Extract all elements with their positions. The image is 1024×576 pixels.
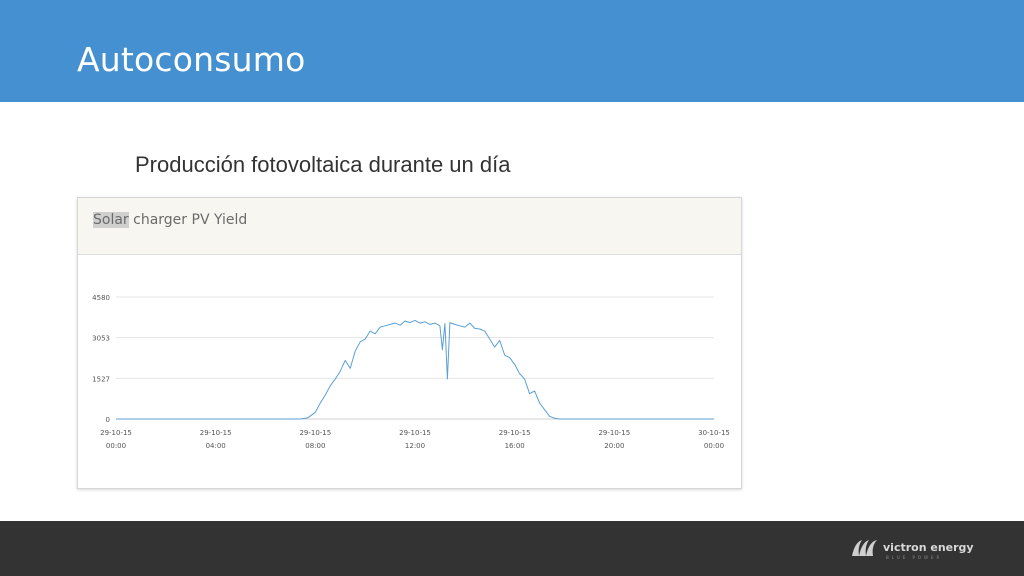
logo-subtext: BLUE POWER xyxy=(886,555,943,560)
x-tick-date-label: 29-10-15 xyxy=(399,429,431,437)
logo-text: victron energy xyxy=(883,541,974,554)
x-tick-time-label: 00:00 xyxy=(704,442,724,450)
victron-logo-icon xyxy=(852,540,877,556)
slide-header: Autoconsumo xyxy=(0,0,1024,102)
panel-title-highlight: Solar xyxy=(93,212,129,228)
x-tick-time-label: 00:00 xyxy=(106,442,126,450)
x-tick-time-label: 16:00 xyxy=(505,442,525,450)
y-tick-label: 4580 xyxy=(92,294,110,302)
y-tick-label: 0 xyxy=(106,416,110,424)
x-tick-date-label: 29-10-15 xyxy=(100,429,132,437)
x-tick-date-label: 29-10-15 xyxy=(598,429,630,437)
x-tick-time-label: 08:00 xyxy=(305,442,325,450)
y-tick-label: 3053 xyxy=(92,335,110,343)
x-tick-time-label: 20:00 xyxy=(604,442,624,450)
slide-title: Autoconsumo xyxy=(77,40,306,79)
series-line xyxy=(116,319,714,420)
slide-subtitle: Producción fotovoltaica durante un día xyxy=(135,152,511,177)
x-tick-time-label: 04:00 xyxy=(206,442,226,450)
x-tick-time-label: 12:00 xyxy=(405,442,425,450)
x-tick-date-label: 29-10-15 xyxy=(200,429,232,437)
x-tick-date-label: 29-10-15 xyxy=(499,429,531,437)
panel-title-rest: charger PV Yield xyxy=(128,212,248,228)
y-tick-label: 1527 xyxy=(92,375,110,383)
chart-panel: Solar charger PV Yield 0 1527 3053 4580 29-… xyxy=(77,197,742,489)
panel-title: Solar charger PV Yield xyxy=(93,212,247,228)
x-tick-date-label: 30-10-15 xyxy=(698,429,730,437)
x-tick-date-label: 29-10-15 xyxy=(299,429,331,437)
pv-yield-chart: 0 1527 3053 4580 29-10-15 00:00 29-10-15 04:00… xyxy=(92,294,730,450)
panel-header: Solar charger PV Yield xyxy=(78,198,741,255)
